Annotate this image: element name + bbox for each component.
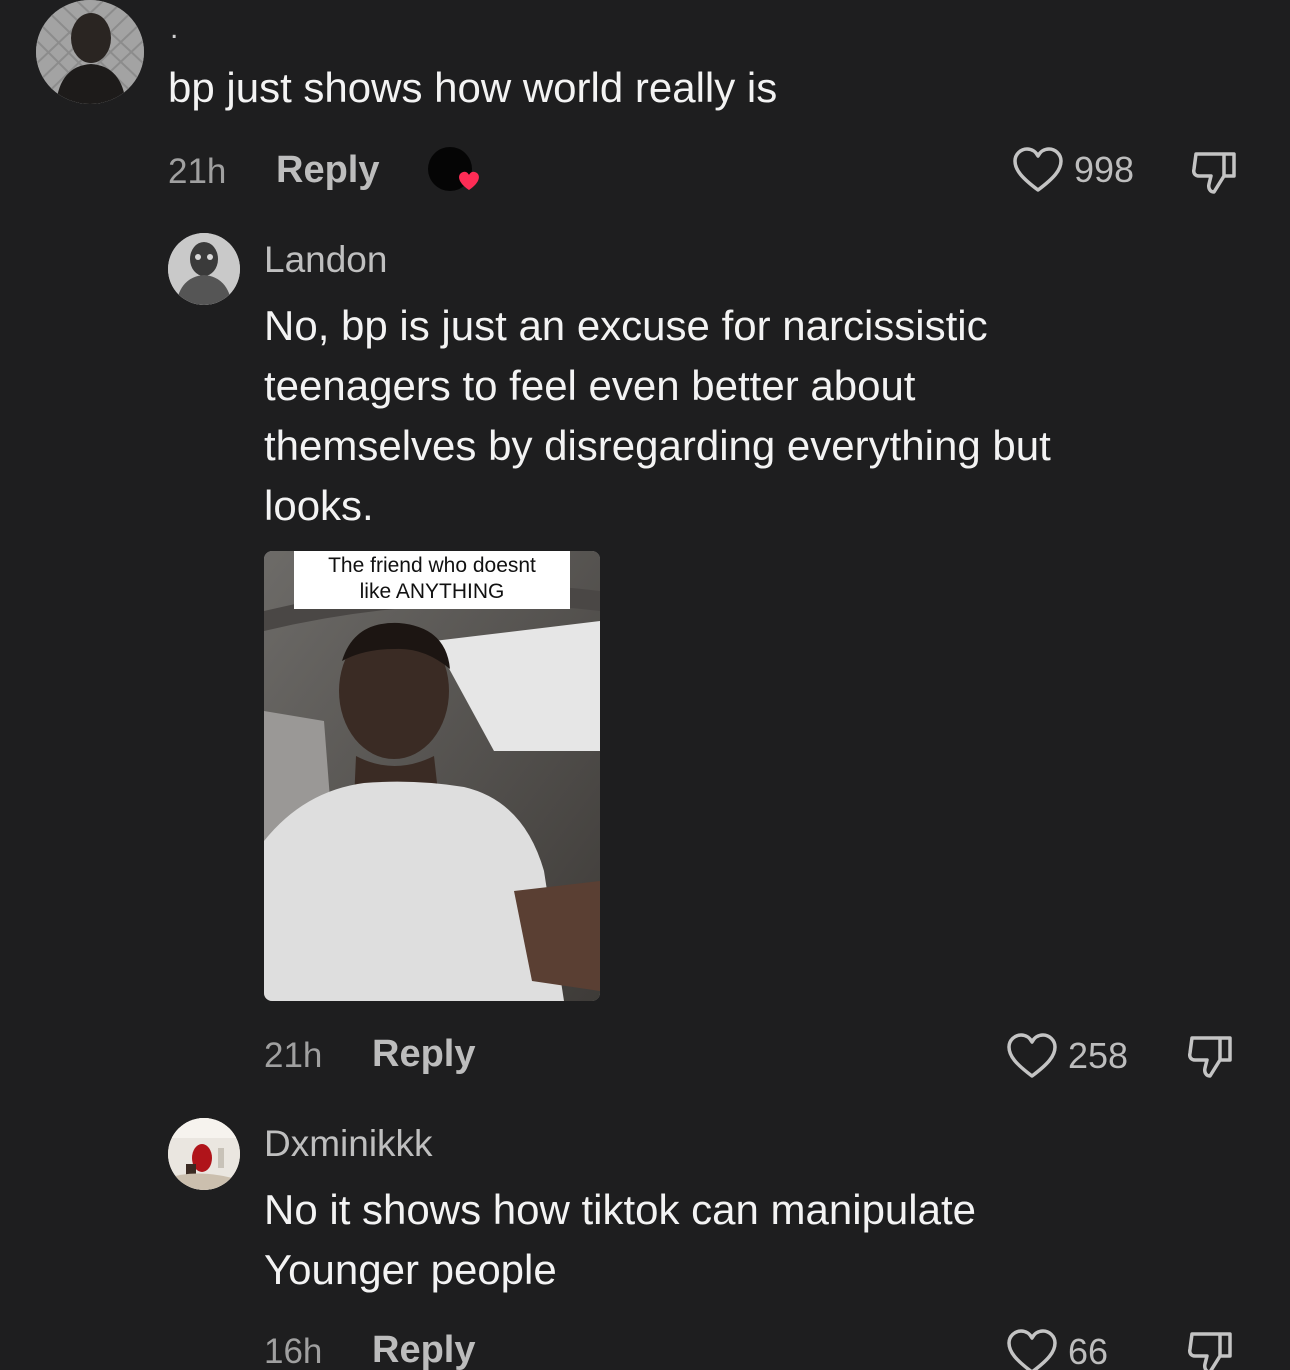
like-button[interactable]: 258 [1006, 1032, 1128, 1080]
creator-liked-heart-icon [427, 146, 487, 196]
reply-gif[interactable]: The friend who doesnt like ANYTHING [264, 551, 600, 1001]
heart-outline-icon [1007, 1329, 1057, 1370]
reply-text: No, bp is just an excuse for narcissisti… [264, 302, 1051, 529]
thumbs-down-icon [1188, 1036, 1232, 1078]
reply-button[interactable]: Reply [372, 1032, 475, 1076]
like-count: 66 [1068, 1331, 1109, 1370]
dislike-button[interactable] [1186, 1032, 1236, 1085]
like-count: 258 [1068, 1035, 1129, 1076]
commenter-username[interactable]: . [170, 14, 178, 44]
gif-caption: The friend who doesnt like ANYTHING [294, 551, 570, 609]
comments-thread: . bp just shows how world really is 21h … [0, 0, 1290, 1370]
comment-text: bp just shows how world really is [168, 64, 778, 111]
thumbs-down-icon [1192, 152, 1236, 194]
commenter-avatar[interactable] [36, 0, 144, 104]
dislike-button[interactable] [1186, 1328, 1236, 1370]
like-count: 998 [1074, 149, 1135, 190]
like-button[interactable]: 66 [1006, 1328, 1108, 1370]
reply-text: No it shows how tiktok can manipulate Yo… [264, 1186, 977, 1293]
reply-timestamp: 16h [264, 1332, 323, 1370]
landon-avatar[interactable] [168, 233, 240, 305]
heart-outline-icon [1013, 147, 1063, 192]
reply-button[interactable]: Reply [276, 148, 379, 192]
reply-username[interactable]: Dxminikkk [264, 1122, 433, 1166]
dxminikkk-avatar[interactable] [168, 1118, 240, 1190]
comment-timestamp: 21h [168, 152, 227, 191]
reply-timestamp: 21h [264, 1036, 323, 1075]
thumbs-down-icon [1188, 1332, 1232, 1370]
like-button[interactable]: 998 [1012, 146, 1134, 194]
reply-button[interactable]: Reply [372, 1328, 475, 1370]
gif-image [264, 551, 600, 1001]
dislike-button[interactable] [1190, 148, 1240, 201]
heart-outline-icon [1007, 1033, 1057, 1078]
reply-username[interactable]: Landon [264, 238, 387, 282]
